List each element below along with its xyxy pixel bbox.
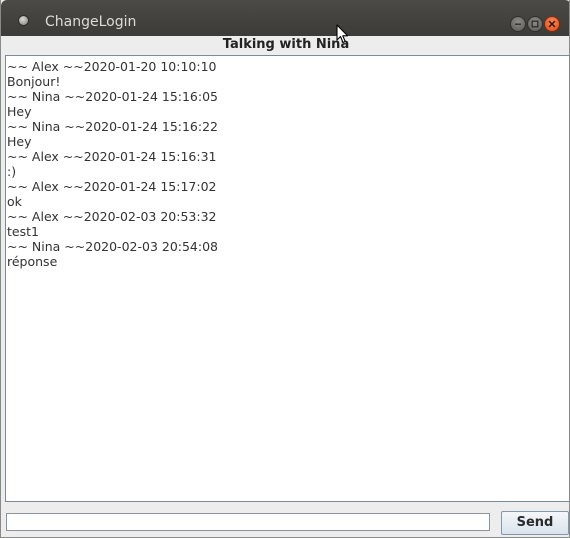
chat-line: ~~ Nina ~~2020-01-24 15:16:22 <box>7 119 219 134</box>
maximize-button[interactable] <box>527 16 543 32</box>
chat-line: réponse <box>7 254 58 269</box>
title-bar[interactable]: ChangeLogin <box>1 0 569 36</box>
chat-line: :) <box>7 164 17 179</box>
send-button[interactable]: Send <box>501 511 569 535</box>
window-title: ChangeLogin <box>45 14 137 30</box>
chat-line: ok <box>7 194 22 209</box>
chat-line: ~~ Alex ~~2020-01-24 15:17:02 <box>7 179 217 194</box>
minimize-button[interactable] <box>510 16 526 32</box>
chat-line: ~~ Alex ~~2020-01-24 15:16:31 <box>7 149 217 164</box>
maximize-icon <box>531 20 539 28</box>
minimize-icon <box>515 23 521 25</box>
conversation-heading: Talking with Nina <box>1 36 569 54</box>
close-icon <box>548 20 556 28</box>
chat-line: test1 <box>7 224 39 239</box>
chat-window: ChangeLogin Talking with Nina ~~ Alex ~~… <box>0 0 570 538</box>
chat-transcript[interactable]: ~~ Alex ~~2020-01-20 10:10:10 Bonjour! ~~ … <box>5 55 569 502</box>
chat-line: Hey <box>7 134 32 149</box>
chat-line: ~~ Nina ~~2020-01-24 15:16:05 <box>7 89 219 104</box>
chat-line: ~~ Nina ~~2020-02-03 20:54:08 <box>7 239 219 254</box>
chat-line: ~~ Alex ~~2020-01-20 10:10:10 <box>7 59 217 74</box>
app-icon <box>19 16 28 25</box>
chat-line: ~~ Alex ~~2020-02-03 20:53:32 <box>7 209 217 224</box>
message-input[interactable] <box>6 513 490 531</box>
mouse-cursor-icon <box>336 24 349 44</box>
chat-line: Bonjour! <box>7 74 61 89</box>
chat-line: Hey <box>7 104 32 119</box>
close-button[interactable] <box>544 16 560 32</box>
